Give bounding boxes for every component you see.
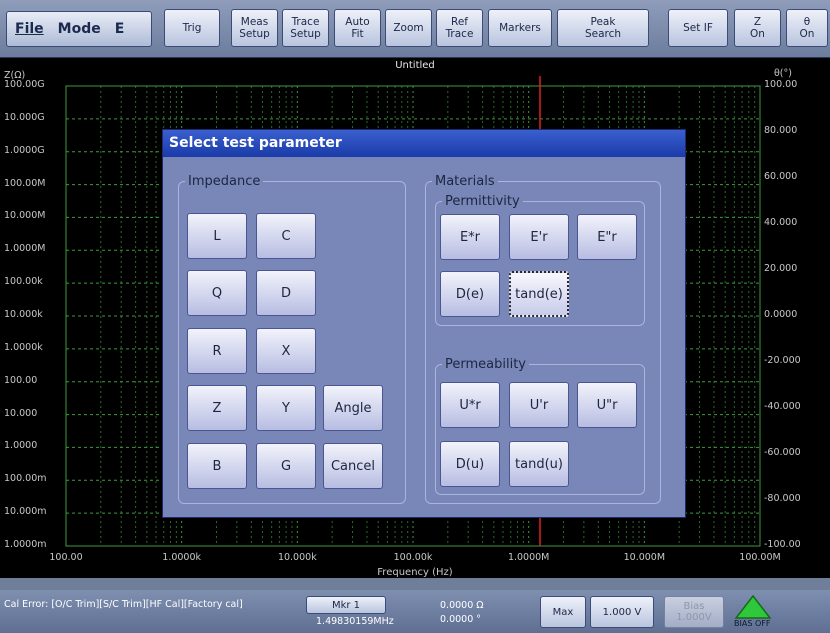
y-right-tick-label: -80.000: [764, 493, 801, 504]
x-tick-label: 10.000M: [623, 552, 666, 563]
select-test-parameter-dialog: Select test parameter Impedance L C Q D …: [162, 129, 686, 518]
menu-mode[interactable]: Mode: [58, 21, 101, 37]
marker-impedance-value: 0.0000 Ω: [440, 600, 484, 611]
marker-theta-value: 0.0000 °: [440, 614, 482, 625]
param-l-button[interactable]: L: [187, 213, 247, 259]
cal-error-text: Cal Error: [O/C Trim][S/C Trim][HF Cal][…: [4, 599, 243, 610]
plot-title: Untitled: [395, 60, 435, 71]
y-left-tick-label: 10.000m: [4, 506, 47, 518]
y-right-tick-label: -40.000: [764, 401, 801, 412]
y-left-tick-label: 1.0000m: [4, 539, 47, 550]
y-left-tick-label: 100.00m: [4, 473, 47, 485]
param-e-imag-button[interactable]: E"r: [577, 214, 637, 260]
permittivity-legend: Permittivity: [445, 194, 520, 209]
bias-value: 1.000V: [676, 612, 712, 623]
menu-mode-value[interactable]: E: [115, 21, 125, 37]
meas-setup-button[interactable]: Meas Setup: [231, 9, 278, 47]
param-b-button[interactable]: B: [187, 443, 247, 489]
bias-off-indicator[interactable]: BIAS OFF: [730, 594, 776, 632]
param-q-button[interactable]: Q: [187, 270, 247, 316]
y-left-tick-label: 10.000M: [4, 210, 46, 222]
status-bar: Cal Error: [O/C Trim][S/C Trim][HF Cal][…: [0, 590, 830, 633]
impedance-legend: Impedance: [188, 174, 261, 189]
ref-trace-button[interactable]: Ref Trace: [436, 9, 483, 47]
theta-on-button[interactable]: θ On: [786, 9, 828, 47]
x-tick-label: 100.00: [49, 552, 83, 563]
param-d-u-button[interactable]: D(u): [440, 441, 500, 487]
y-left-tick-label: 10.000k: [4, 309, 43, 320]
param-e-complex-button[interactable]: E*r: [440, 214, 500, 260]
param-angle-button[interactable]: Angle: [323, 385, 383, 431]
trig-button[interactable]: Trig: [164, 9, 220, 47]
param-tand-u-button[interactable]: tand(u): [509, 441, 569, 487]
param-tand-e-button[interactable]: tand(e): [509, 271, 569, 317]
z-on-button[interactable]: Z On: [734, 9, 781, 47]
param-u-complex-button[interactable]: U*r: [440, 382, 500, 428]
max-button[interactable]: Max: [540, 596, 586, 628]
y-left-tick-label: 1.0000: [4, 440, 38, 452]
trace-setup-button[interactable]: Trace Setup: [282, 9, 329, 47]
y-right-axis-title: θ(°): [774, 68, 792, 79]
x-tick-label: 10.000k: [277, 552, 317, 563]
marker-frequency: 1.49830159MHz: [316, 616, 394, 627]
param-y-button[interactable]: Y: [256, 385, 316, 431]
param-r-button[interactable]: R: [187, 328, 247, 374]
y-left-tick-label: 100.00: [4, 374, 38, 386]
x-axis-title: Frequency (Hz): [377, 567, 453, 578]
zoom-button[interactable]: Zoom: [385, 9, 432, 47]
y-right-tick-label: -100.00: [764, 539, 801, 550]
x-tick-label: 100.00k: [393, 552, 433, 563]
param-g-button[interactable]: G: [256, 443, 316, 489]
bias-button[interactable]: Bias 1.000V: [664, 596, 724, 628]
y-left-tick-label: 1.0000G: [4, 144, 45, 156]
materials-legend: Materials: [435, 174, 495, 189]
dialog-title: Select test parameter: [163, 130, 685, 157]
triangle-icon: [734, 594, 772, 619]
y-right-tick-label: 60.000: [764, 171, 798, 182]
y-right-tick-label: -20.000: [764, 355, 801, 366]
y-right-tick-label: 20.000: [764, 263, 798, 274]
param-e-real-button[interactable]: E'r: [509, 214, 569, 260]
auto-fit-button[interactable]: Auto Fit: [334, 9, 381, 47]
param-z-button[interactable]: Z: [187, 385, 247, 431]
param-u-imag-button[interactable]: U"r: [577, 382, 637, 428]
voltage-button[interactable]: 1.000 V: [590, 596, 654, 628]
y-right-tick-label: 40.000: [764, 217, 798, 228]
markers-button[interactable]: Markers: [488, 9, 552, 47]
x-tick-label: 100.00M: [739, 552, 781, 563]
y-right-tick-label: -60.000: [764, 447, 801, 458]
param-c-button[interactable]: C: [256, 213, 316, 259]
param-d-button[interactable]: D: [256, 270, 316, 316]
y-left-tick-label: 100.00k: [4, 276, 43, 288]
y-left-tick-label: 100.00G: [4, 79, 45, 90]
y-left-tick-label: 10.000: [4, 407, 38, 419]
param-d-e-button[interactable]: D(e): [440, 271, 500, 317]
peak-search-button[interactable]: Peak Search: [557, 9, 649, 47]
permeability-legend: Permeability: [445, 357, 526, 372]
param-u-real-button[interactable]: U'r: [509, 382, 569, 428]
y-right-tick-label: 100.00: [764, 79, 798, 90]
param-x-button[interactable]: X: [256, 328, 316, 374]
cancel-button[interactable]: Cancel: [323, 443, 383, 489]
x-tick-label: 1.0000k: [162, 552, 202, 563]
y-left-tick-label: 100.00M: [4, 177, 46, 189]
x-tick-label: 1.0000M: [507, 552, 550, 563]
y-left-tick-label: 1.0000M: [4, 243, 46, 255]
set-if-button[interactable]: Set IF: [668, 9, 728, 47]
y-left-tick-label: 10.000G: [4, 111, 45, 123]
marker-1-button[interactable]: Mkr 1: [306, 596, 386, 614]
toolbar: File Mode E Trig Meas Setup Trace Setup …: [0, 0, 830, 59]
menu-bar: File Mode E: [6, 11, 152, 47]
y-right-tick-label: 80.000: [764, 125, 798, 136]
bias-label: Bias: [683, 601, 705, 612]
y-right-tick-label: 0.0000: [764, 309, 798, 320]
y-left-tick-label: 1.0000k: [4, 341, 43, 353]
bias-off-label: BIAS OFF: [734, 619, 771, 628]
menu-file[interactable]: File: [15, 21, 44, 37]
